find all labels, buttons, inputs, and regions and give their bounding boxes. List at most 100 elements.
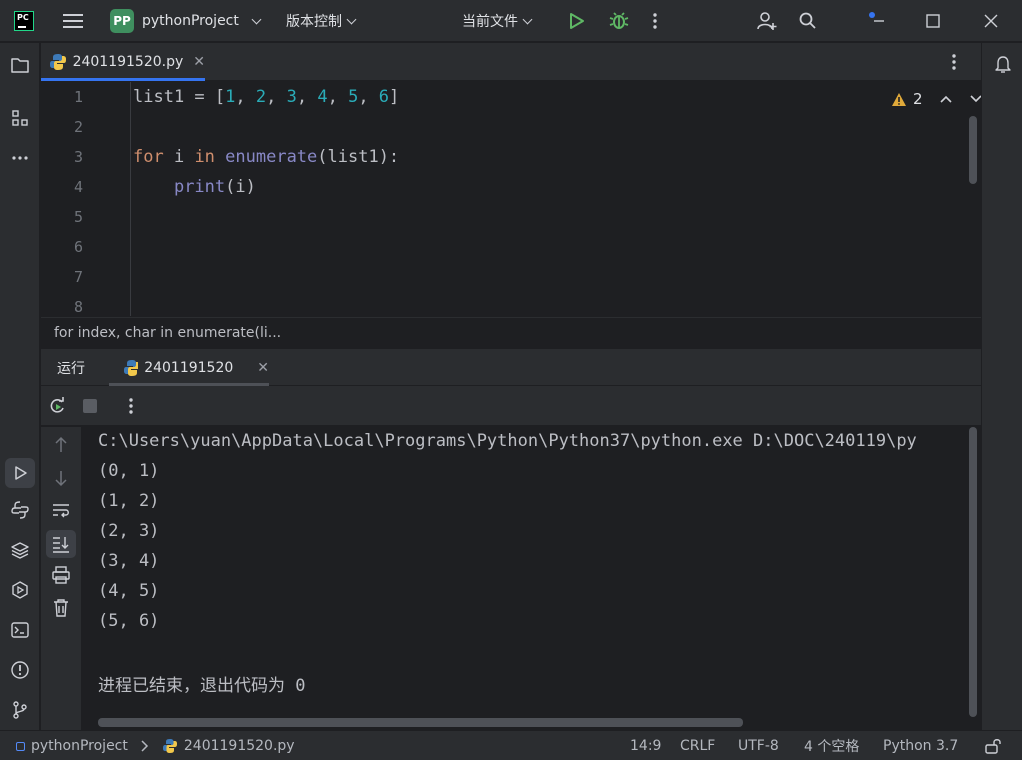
run-tool-button[interactable] <box>5 458 35 488</box>
scroll-to-end-button[interactable] <box>46 530 76 558</box>
editor-tab-file[interactable]: 2401191520.py ✕ <box>41 43 205 81</box>
code-with-me-button[interactable] <box>756 0 778 42</box>
rerun-button[interactable] <box>47 396 67 420</box>
git-tool-button[interactable] <box>8 698 32 722</box>
print-button[interactable] <box>49 563 73 587</box>
console-line: (4, 5) <box>98 581 160 601</box>
more-actions-button[interactable] <box>652 0 668 42</box>
run-tab[interactable]: 2401191520 ✕ <box>109 349 269 386</box>
line-number: 6 <box>73 238 83 256</box>
warning-count: 2 <box>913 90 923 108</box>
line-number: 4 <box>73 178 83 196</box>
more-tool-windows-button[interactable] <box>8 146 32 170</box>
status-project-name[interactable]: pythonProject <box>31 738 128 754</box>
line-number: 8 <box>73 298 83 316</box>
search-everywhere-button[interactable] <box>798 0 818 42</box>
line-number: 7 <box>73 268 83 286</box>
minimize-button[interactable] <box>868 0 888 42</box>
code-editor[interactable]: 1 2 3 4 5 6 7 8 list1 = [1, 2, 3, 4, 5, … <box>41 82 981 316</box>
line-separator[interactable]: CRLF <box>680 731 715 760</box>
read-only-toggle[interactable] <box>984 731 1002 760</box>
stop-button[interactable] <box>82 398 98 418</box>
editor-tabs-more-button[interactable] <box>951 53 957 75</box>
maximize-button[interactable] <box>924 0 942 42</box>
console-line: (2, 3) <box>98 521 160 541</box>
left-tool-window-bar <box>0 43 40 730</box>
run-tab-label: 2401191520 <box>144 359 234 376</box>
main-menu-button[interactable] <box>62 0 84 42</box>
layers-icon <box>11 542 29 559</box>
chevron-down-icon <box>522 14 533 24</box>
python-file-icon <box>50 54 66 70</box>
code-token: , <box>327 87 349 107</box>
services-tool-button[interactable] <box>8 578 32 602</box>
close-tab-icon[interactable]: ✕ <box>193 54 205 70</box>
run-console-output[interactable]: C:\Users\yuan\AppData\Local\Programs\Pyt… <box>83 427 981 730</box>
vcs-label: 版本控制 <box>286 14 342 30</box>
editor-tab-label: 2401191520.py <box>72 54 184 70</box>
code-token: , <box>296 87 318 107</box>
services-icon <box>12 581 28 599</box>
project-badge: PP <box>110 9 134 33</box>
unlock-icon <box>985 739 1001 754</box>
clear-all-button[interactable] <box>49 596 73 620</box>
process-exit-message: 进程已结束，退出代码为 0 <box>98 676 306 696</box>
search-icon <box>799 12 816 29</box>
terminal-icon <box>11 622 29 638</box>
code-token: , <box>358 87 379 107</box>
project-switcher[interactable]: PP pythonProject <box>110 0 262 42</box>
file-encoding[interactable]: UTF-8 <box>738 731 779 760</box>
user-add-icon <box>757 12 777 30</box>
chevron-up-icon[interactable] <box>939 94 953 104</box>
console-horizontal-scrollbar[interactable] <box>98 718 743 727</box>
close-run-tab-icon[interactable]: ✕ <box>257 360 269 376</box>
run-configuration-selector[interactable]: 当前文件 <box>462 0 533 42</box>
console-line: (5, 6) <box>98 611 160 631</box>
code-number: 5 <box>348 87 359 107</box>
scroll-to-end-icon <box>53 537 69 553</box>
python-console-tool-button[interactable] <box>8 498 32 522</box>
run-tool-window-title: 运行 <box>57 360 85 377</box>
status-bar: pythonProject 2401191520.py 14:9 CRLF UT… <box>0 730 1022 760</box>
more-vertical-icon <box>952 54 956 70</box>
python-interpreter[interactable]: Python 3.7 <box>883 731 958 760</box>
scroll-up-button[interactable] <box>49 433 73 457</box>
console-vertical-scrollbar[interactable] <box>969 427 977 717</box>
structure-tool-button[interactable] <box>8 106 32 130</box>
more-vertical-icon <box>653 13 657 29</box>
terminal-tool-button[interactable] <box>8 618 32 642</box>
chevron-down-icon[interactable] <box>969 94 981 104</box>
run-more-button[interactable] <box>128 397 134 419</box>
run-toolbar <box>41 386 981 426</box>
play-outline-icon <box>15 466 27 480</box>
trash-icon <box>54 599 68 617</box>
status-file-name[interactable]: 2401191520.py <box>184 738 295 754</box>
project-name: pythonProject <box>142 13 239 29</box>
editor-tab-bar: 2401191520.py ✕ <box>41 43 981 81</box>
scroll-down-button[interactable] <box>49 466 73 490</box>
code-builtin: print <box>173 177 226 197</box>
code-number: 4 <box>317 87 328 107</box>
run-button[interactable] <box>566 0 588 42</box>
debug-button[interactable] <box>608 0 630 42</box>
python-console-icon <box>11 501 29 519</box>
inspection-widget[interactable]: 2 <box>891 90 981 108</box>
editor-breadcrumb[interactable]: for index, char in enumerate(li... <box>41 317 981 347</box>
code-number: 2 <box>255 87 267 107</box>
notifications-button[interactable] <box>993 54 1013 78</box>
indent-setting[interactable]: 4 个空格 <box>804 731 859 760</box>
vcs-menu[interactable]: 版本控制 <box>286 0 357 42</box>
problems-tool-button[interactable] <box>8 658 32 682</box>
active-tab-indicator <box>41 78 205 81</box>
line-number: 5 <box>73 208 83 226</box>
run-side-toolbar <box>41 427 82 730</box>
editor-scrollbar[interactable] <box>969 116 977 184</box>
caret-position[interactable]: 14:9 <box>630 731 661 760</box>
python-packages-tool-button[interactable] <box>8 538 32 562</box>
soft-wrap-button[interactable] <box>49 498 73 522</box>
arrow-up-icon <box>55 436 67 452</box>
folder-icon <box>11 58 29 73</box>
project-tool-button[interactable] <box>8 53 32 77</box>
close-window-button[interactable] <box>982 0 1000 42</box>
